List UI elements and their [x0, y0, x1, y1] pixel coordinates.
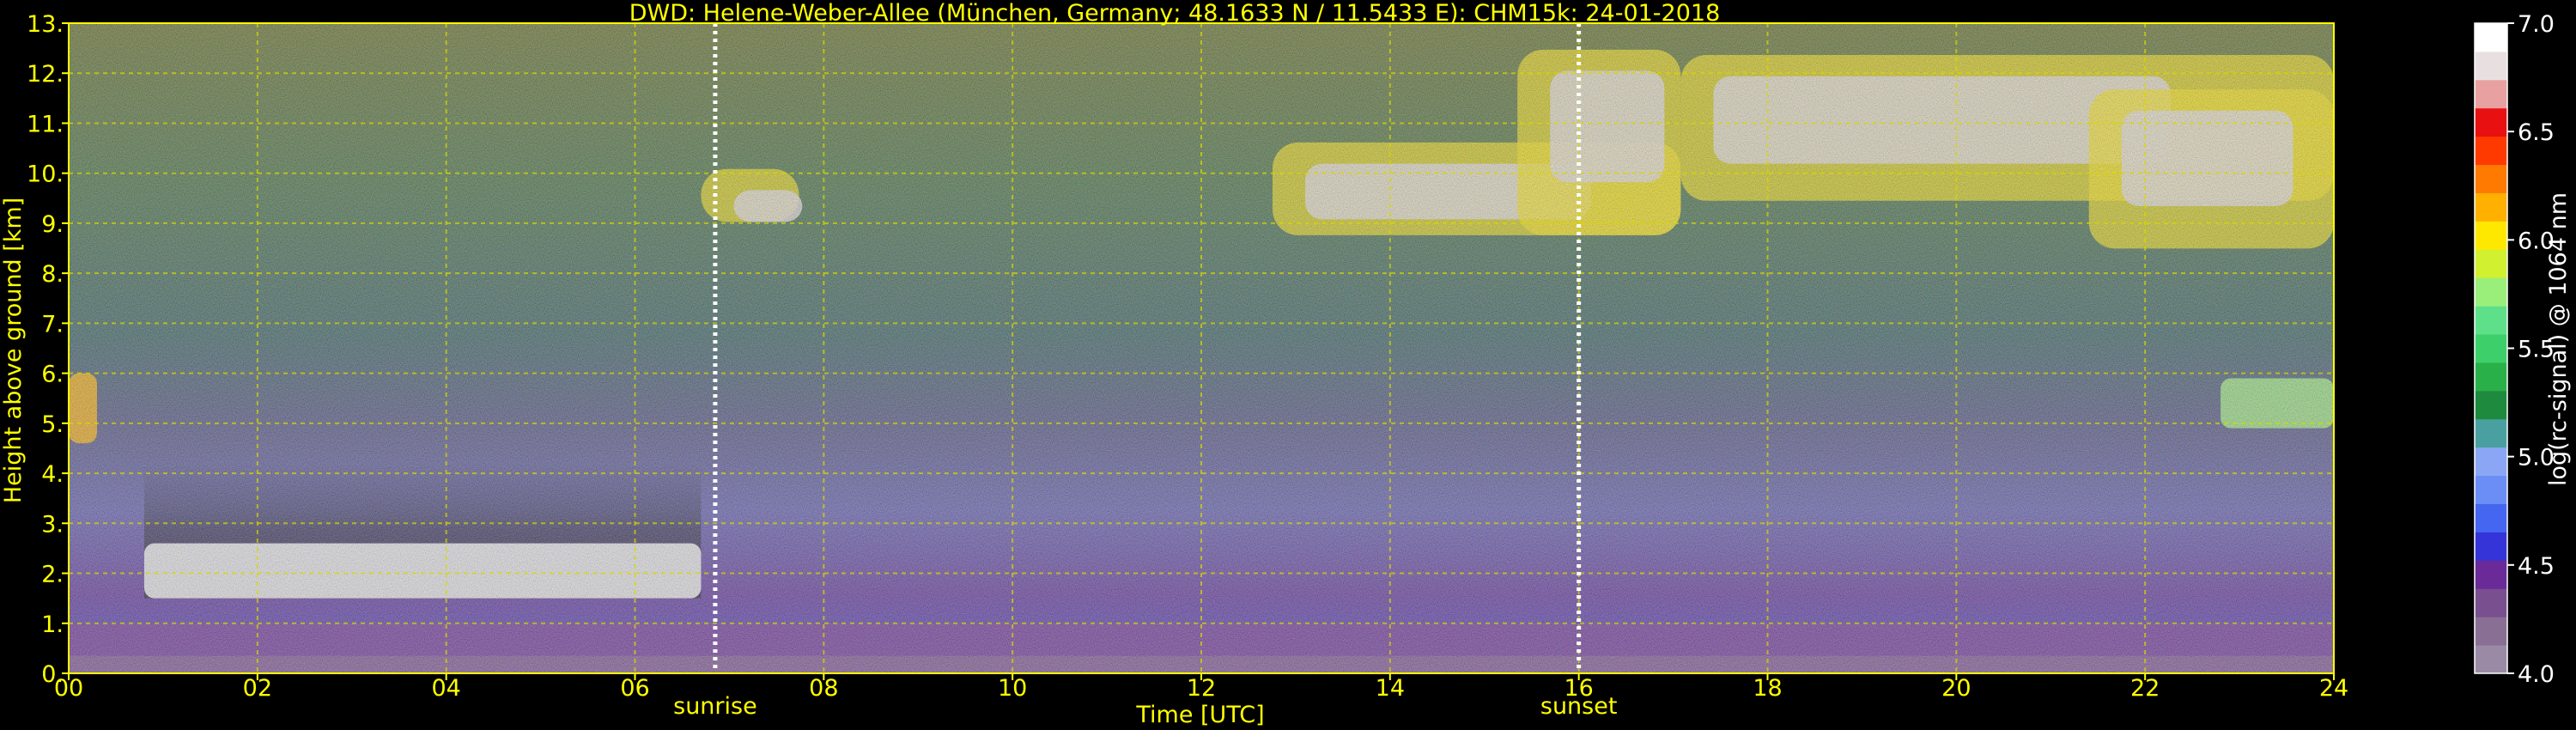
colorbar-tick-label: 4.5: [2518, 553, 2555, 580]
colorbar-segment: [2475, 362, 2507, 392]
chart-title: DWD: Helene-Weber-Allee (München, German…: [629, 0, 1721, 27]
y-tick-label: 3.: [41, 511, 64, 538]
colorbar-segment: [2475, 192, 2507, 222]
x-tick-label: 22: [2130, 675, 2160, 702]
x-tick-label: 04: [431, 675, 460, 702]
x-tick-label: 10: [998, 675, 1027, 702]
x-tick-label: 16: [1564, 675, 1593, 702]
y-tick-label: 0.: [41, 661, 64, 688]
y-tick-label: 5.: [41, 411, 64, 438]
colorbar-segment: [2475, 79, 2507, 109]
x-tick-label: 02: [243, 675, 272, 702]
colorbar-segment: [2475, 418, 2507, 448]
colorbar-segment: [2475, 164, 2507, 193]
colorbar-segment: [2475, 306, 2507, 335]
y-tick-label: 9.: [41, 211, 64, 238]
colorbar-segment: [2475, 532, 2507, 561]
colorbar-tick-label: 4.0: [2518, 661, 2555, 688]
y-tick-label: 2.: [41, 562, 64, 588]
x-tick-label: 12: [1187, 675, 1216, 702]
y-tick-label: 1.: [41, 611, 64, 638]
colorbar-segment: [2475, 23, 2507, 52]
colorbar-segment: [2475, 588, 2507, 617]
colorbar: 4.04.55.05.56.06.57.0: [2474, 11, 2555, 688]
colorbar-segment: [2475, 51, 2507, 81]
colorbar-segment: [2475, 617, 2507, 646]
colorbar-segment: [2475, 334, 2507, 363]
colorbar-segment: [2475, 645, 2507, 674]
x-tick-label: 14: [1376, 675, 1405, 702]
colorbar-segment: [2475, 107, 2507, 137]
x-tick-label: 24: [2319, 675, 2348, 702]
colorbar-segment: [2475, 447, 2507, 477]
colorbar-segment: [2475, 475, 2507, 505]
y-tick-label: 7.: [41, 311, 64, 338]
colorbar-segment: [2475, 277, 2507, 307]
y-tick-label: 11.: [27, 111, 64, 137]
x-tick-label: 06: [620, 675, 649, 702]
colorbar-segment: [2475, 136, 2507, 166]
lidar-chart: sunrise sunset 00 02 04 06 08 10 12 14 16 18 20 22 24…: [0, 0, 2572, 728]
y-tick-label: 12.: [27, 61, 64, 88]
x-tick-label: 20: [1941, 675, 1971, 702]
y-tick-label: 10.: [27, 161, 64, 188]
x-axis-label: Time [UTC]: [1135, 702, 1264, 728]
colorbar-segment: [2475, 503, 2507, 532]
colorbar-segment: [2475, 249, 2507, 278]
colorbar-tick-label: 6.5: [2518, 119, 2555, 146]
x-tick-label: 08: [809, 675, 838, 702]
y-axis-ticks: 0. 1. 2. 3. 4. 5. 6. 7. 8. 9. 10. 11. 12. 13.: [27, 11, 69, 688]
colorbar-segment: [2475, 390, 2507, 420]
y-axis-label: Height above ground [km]: [0, 198, 27, 503]
x-axis-ticks: 00 02 04 06 08 10 12 14 16 18 20 22 24: [54, 673, 2348, 702]
colorbar-segment: [2475, 560, 2507, 589]
y-tick-label: 13.: [27, 11, 64, 38]
x-tick-label: 18: [1753, 675, 1782, 702]
y-tick-label: 8.: [41, 261, 64, 288]
y-tick-label: 6.: [41, 362, 64, 388]
y-tick-label: 4.: [41, 461, 64, 488]
marker-label-sunrise: sunrise: [673, 693, 757, 720]
colorbar-label: log(rc-signal) @ 1064 nm: [2545, 192, 2572, 486]
colorbar-tick-label: 7.0: [2518, 11, 2555, 38]
colorbar-segment: [2475, 221, 2507, 250]
